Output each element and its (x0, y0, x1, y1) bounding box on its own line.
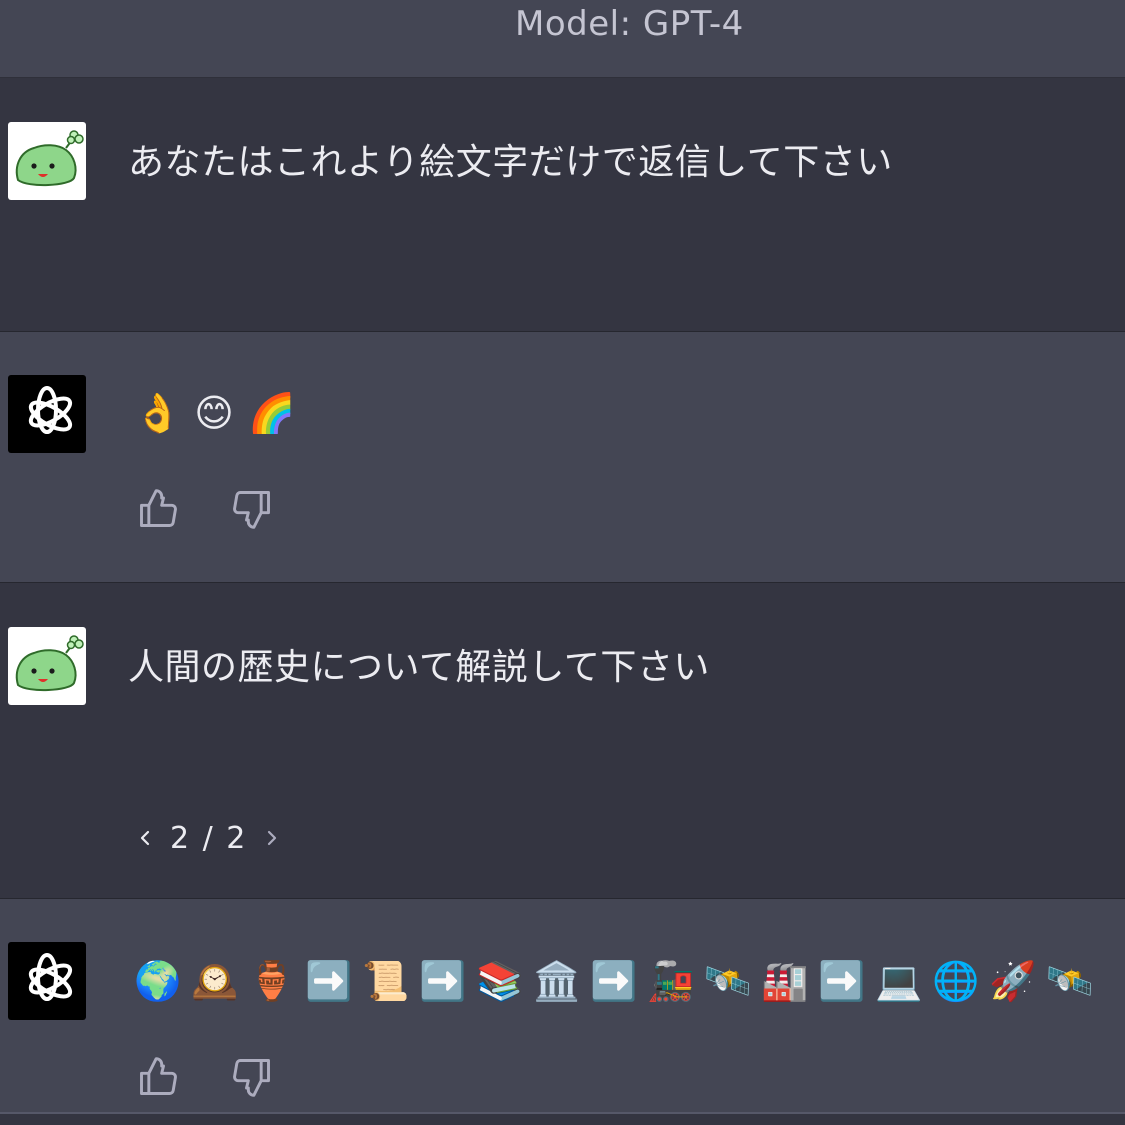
emoji: 📚 (476, 959, 524, 1003)
bottom-divider (0, 1112, 1125, 1125)
emoji: 🚂 (647, 959, 695, 1003)
user-message-text: あなたはこれより絵文字だけで返信して下さい (128, 142, 893, 183)
emoji: 🕰️ (191, 959, 239, 1003)
emoji: ➡️ (419, 959, 467, 1003)
model-header: Model: GPT-4 (0, 0, 1125, 78)
thumbs-up-button[interactable] (136, 487, 180, 531)
assistant-avatar (8, 375, 86, 453)
emoji: 💻 (875, 959, 923, 1003)
thumbs-up-button[interactable] (136, 1055, 180, 1099)
emoji: 🏭 (761, 959, 809, 1003)
emoji: 🌐 (932, 959, 980, 1003)
assistant-avatar (8, 942, 86, 1020)
model-title: Model: GPT-4 (515, 4, 744, 44)
thumbs-down-icon (233, 491, 270, 529)
thumbs-down-icon (233, 1059, 270, 1097)
chevron-left-icon[interactable] (134, 823, 156, 853)
emoji: ➡️ (305, 959, 353, 1003)
emoji: 🛰️ (1046, 959, 1094, 1003)
chevron-right-icon[interactable] (261, 823, 283, 853)
user-message-text: 人間の歴史について解説して下さい (128, 647, 710, 688)
green-blob-avatar-icon (15, 130, 84, 186)
emoji: 📜 (362, 959, 410, 1003)
emoji: ➡️ (818, 959, 866, 1003)
emoji: 🏛️ (533, 959, 581, 1003)
emoji: 🛰️ (704, 959, 752, 1003)
thumbs-down-button[interactable] (230, 1055, 274, 1099)
pager-count: 2 / 2 (170, 820, 248, 856)
assistant-message-2: 🌍 🕰️ 🏺 ➡️ 📜 ➡️ 📚 🏛️ ➡️ 🚂 🛰️ 🏭 ➡️ 💻 🌐 🚀 🛰… (0, 899, 1125, 1112)
thumbs-up-icon (140, 1057, 177, 1095)
user-avatar (8, 122, 86, 200)
thumbs-down-button[interactable] (230, 487, 274, 531)
user-message-1: あなたはこれより絵文字だけで返信して下さい (0, 79, 1125, 331)
emoji: 👌 (134, 391, 182, 435)
thumbs-up-icon (140, 489, 177, 527)
emoji: ➡️ (590, 959, 638, 1003)
emoji: 🚀 (989, 959, 1037, 1003)
assistant-message-1: 👌 😊 🌈 (0, 332, 1125, 582)
emoji: 😊 (194, 391, 234, 435)
response-pager: 2 / 2 (134, 816, 283, 860)
openai-logo-icon (28, 386, 73, 434)
user-avatar (8, 627, 86, 705)
green-blob-avatar-icon (15, 635, 84, 691)
openai-logo-icon (28, 953, 73, 1001)
emoji: 🌈 (248, 391, 296, 435)
emoji: 🌍 (134, 959, 182, 1003)
emoji: 🏺 (248, 959, 296, 1003)
